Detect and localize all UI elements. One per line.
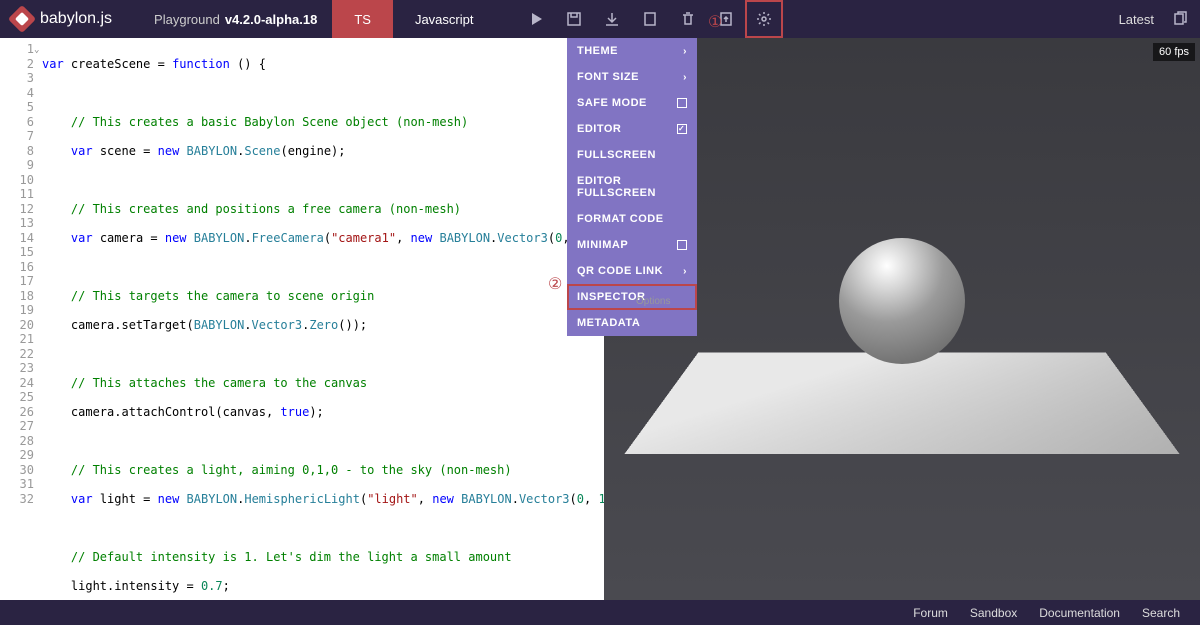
menu-inspector[interactable]: Inspector (567, 284, 697, 310)
save-button[interactable] (555, 0, 593, 38)
logo[interactable]: babylon.js (0, 9, 124, 29)
babylon-logo-icon (8, 5, 36, 33)
menu-fullscreen[interactable]: Fullscreen (567, 142, 697, 168)
menu-theme[interactable]: Theme› (567, 38, 697, 64)
code-content[interactable]: var createScene = function () { // This … (42, 42, 604, 600)
menu-minimap[interactable]: Minimap (567, 232, 697, 258)
menu-metadata[interactable]: Metadata (567, 310, 697, 336)
tab-js[interactable]: Javascript (393, 0, 496, 38)
playground-label: Playground (154, 12, 220, 27)
options-label: Options (636, 296, 670, 307)
menu-fontsize[interactable]: Font Size› (567, 64, 697, 90)
run-button[interactable] (517, 0, 555, 38)
footer-search[interactable]: Search (1142, 606, 1180, 620)
chevron-right-icon: › (683, 72, 687, 83)
footer-sandbox[interactable]: Sandbox (970, 606, 1017, 620)
download-button[interactable] (593, 0, 631, 38)
copy-icon[interactable] (1172, 11, 1188, 27)
footer: Forum Sandbox Documentation Search (0, 600, 1200, 625)
version-selector[interactable]: Latest (1119, 12, 1154, 27)
new-button[interactable] (631, 0, 669, 38)
header: babylon.js Playground v4.2.0-alpha.18 TS… (0, 0, 1200, 38)
annotation-2: ② (548, 274, 562, 294)
playground-version: v4.2.0-alpha.18 (225, 12, 318, 27)
menu-editorfullscreen[interactable]: Editor Fullscreen (567, 168, 697, 206)
footer-forum[interactable]: Forum (913, 606, 948, 620)
chevron-right-icon: › (683, 46, 687, 57)
tab-ts[interactable]: TS (332, 0, 393, 38)
line-gutter: 1234567891011121314151617181920212223242… (0, 42, 42, 600)
menu-formatcode[interactable]: Format Code (567, 206, 697, 232)
menu-safemode[interactable]: Safe Mode (567, 90, 697, 116)
footer-documentation[interactable]: Documentation (1039, 606, 1120, 620)
settings-button[interactable] (745, 0, 783, 38)
delete-button[interactable] (669, 0, 707, 38)
chevron-right-icon: › (683, 266, 687, 277)
annotation-1: ① (708, 12, 722, 32)
logo-text: babylon.js (40, 10, 112, 28)
sphere-mesh (839, 238, 965, 364)
checkbox-icon (677, 240, 687, 250)
ground-mesh (624, 352, 1179, 454)
language-tabs: TS Javascript (332, 0, 495, 38)
toolbar (517, 0, 783, 38)
menu-editor[interactable]: Editor (567, 116, 697, 142)
code-editor[interactable]: ⌄ 12345678910111213141516171819202122232… (0, 38, 604, 600)
settings-dropdown: Theme› Font Size› Safe Mode Editor Fulls… (567, 38, 697, 336)
fold-icon[interactable]: ⌄ (34, 43, 39, 58)
checkbox-checked-icon (677, 124, 687, 134)
menu-qrcode[interactable]: QR Code Link› (567, 258, 697, 284)
checkbox-icon (677, 98, 687, 108)
